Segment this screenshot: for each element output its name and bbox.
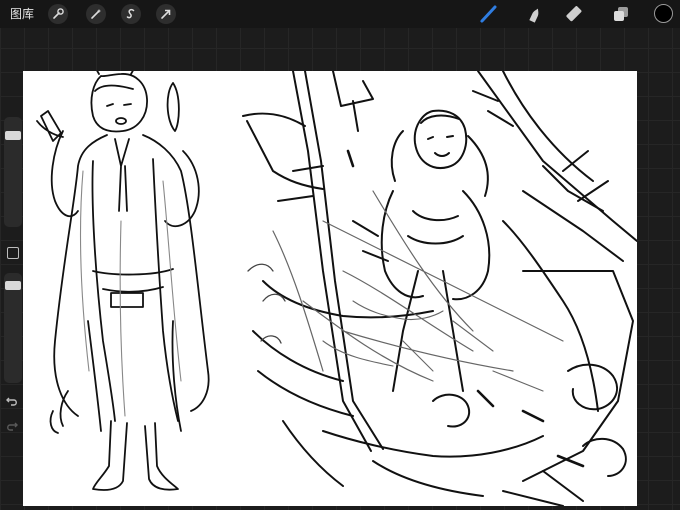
sketch-artwork [36,71,637,506]
opacity-thumb[interactable] [5,281,21,290]
top-toolbar: 图库 [0,0,680,28]
eraser-icon[interactable] [564,4,586,24]
opacity-slider[interactable] [4,273,22,383]
gallery-button[interactable]: 图库 [10,7,34,21]
magic-wand-icon[interactable] [86,4,106,24]
brush-icon[interactable] [478,4,500,24]
undo-icon[interactable] [5,393,19,407]
redo-icon[interactable] [5,418,19,432]
brush-size-slider[interactable] [4,117,22,227]
modify-button[interactable] [7,247,19,259]
drawing-canvas[interactable] [23,71,637,506]
smudge-icon[interactable] [524,4,546,24]
selection-s-icon[interactable] [121,4,141,24]
right-scene-sketch [242,71,637,506]
layers-icon[interactable] [610,4,632,24]
left-figure-sketch [36,71,210,491]
transform-arrow-icon[interactable] [156,4,176,24]
wrench-icon[interactable] [48,4,68,24]
color-picker-button[interactable] [654,4,673,23]
brush-size-thumb[interactable] [5,131,21,140]
